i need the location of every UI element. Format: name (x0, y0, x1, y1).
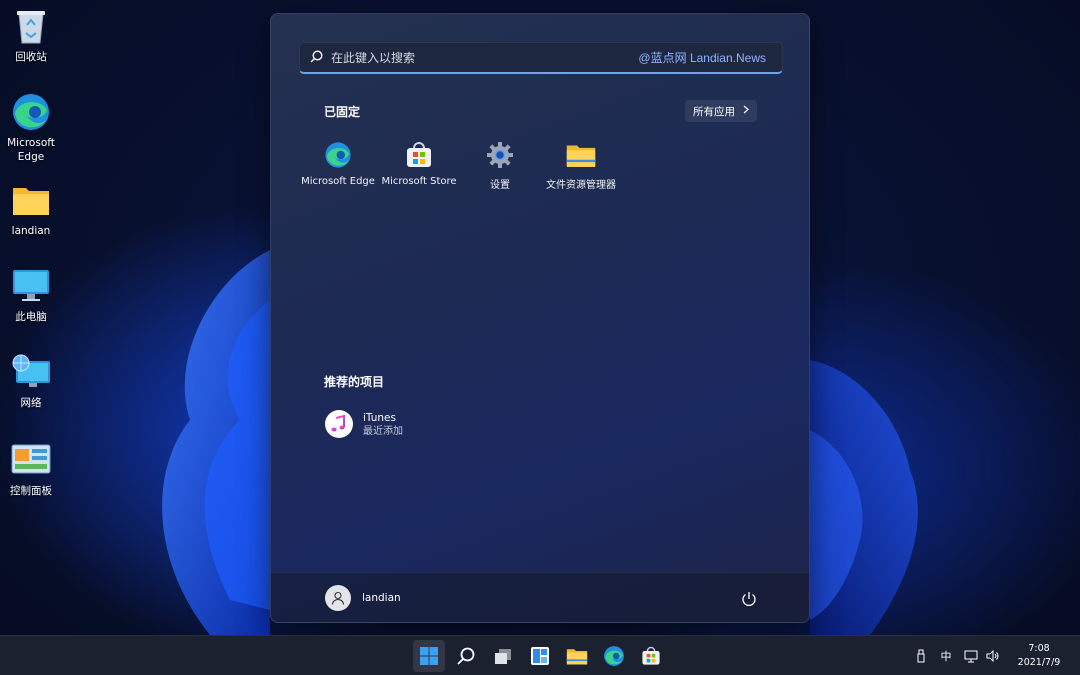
desktop-icon-landian[interactable]: landian (4, 180, 58, 238)
desktop-icon-network[interactable]: 网络 (4, 352, 58, 410)
power-button[interactable] (739, 589, 759, 609)
pinned-app-label: 设置 (490, 180, 510, 191)
clock-date: 2021/7/9 (1017, 657, 1061, 668)
clock[interactable]: 7:08 2021/7/9 (1004, 642, 1074, 670)
all-apps-button[interactable]: 所有应用 (685, 100, 757, 122)
desktop-icon-recycle-bin[interactable]: 回收站 (4, 6, 58, 64)
avatar (325, 585, 351, 611)
desktop-icon-label: 控制面板 (10, 485, 52, 497)
store-icon (642, 646, 660, 665)
taskbar: 中 7:08 2021/7/9 (0, 635, 1080, 675)
user-account-button[interactable]: landian (325, 585, 401, 611)
edge-icon (323, 140, 353, 170)
taskbar-search-button[interactable] (450, 640, 482, 672)
desktop-icon-label: 此电脑 (15, 311, 47, 323)
edge-icon (604, 646, 624, 666)
taskbar-task-view-button[interactable] (487, 640, 519, 672)
desktop-icon-label: landian (11, 225, 51, 237)
system-tray: 中 7:08 2021/7/9 (910, 636, 1080, 675)
usb-device-icon[interactable] (910, 645, 932, 667)
desktop-icon-this-pc[interactable]: 此电脑 (4, 266, 58, 324)
start-menu: 在此键入以搜索 @蓝点网 Landian.News 已固定 所有应用 Micro… (270, 13, 810, 623)
search-placeholder: 在此键入以搜索 (331, 51, 416, 65)
folder-icon (566, 140, 596, 170)
clock-time: 7:08 (1028, 643, 1050, 654)
gear-icon (485, 140, 515, 170)
taskbar-start-button[interactable] (413, 640, 445, 672)
recommended-item-name: iTunes (363, 411, 396, 424)
itunes-icon (325, 410, 353, 438)
start-icon (420, 647, 438, 665)
desktop-icon-label: Microsoft Edge (7, 137, 55, 163)
search-input[interactable]: 在此键入以搜索 @蓝点网 Landian.News (299, 42, 783, 74)
widgets-icon (531, 647, 549, 665)
pinned-title: 已固定 (324, 105, 361, 119)
recommended-item-subtitle: 最近添加 (363, 425, 403, 437)
power-icon (742, 592, 756, 606)
pinned-app-label: 文件资源管理器 (546, 180, 616, 191)
pinned-app-label: Microsoft Store (381, 176, 457, 187)
folder-icon (11, 180, 51, 220)
start-menu-footer: landian (271, 572, 809, 622)
watermark-text: @蓝点网 Landian.News (638, 51, 766, 65)
recommended-item-itunes[interactable]: iTunes 最近添加 (325, 410, 403, 438)
recommended-title: 推荐的项目 (324, 375, 385, 389)
desktop-icon-label: 网络 (20, 397, 42, 409)
task-view-icon (495, 649, 511, 664)
store-icon (404, 140, 434, 170)
desktop-icon-control-panel[interactable]: 控制面板 (4, 440, 58, 498)
monitor-icon (11, 266, 51, 306)
username: landian (362, 592, 401, 604)
search-icon (457, 647, 475, 665)
network-status-icon[interactable] (960, 645, 982, 667)
search-icon (310, 48, 323, 67)
control-panel-icon (11, 440, 51, 480)
taskbar-edge-button[interactable] (598, 640, 630, 672)
desktop-icon-edge[interactable]: Microsoft Edge (4, 92, 58, 164)
pinned-app-file-explorer[interactable]: 文件资源管理器 (540, 140, 622, 191)
chevron-right-icon (743, 105, 749, 117)
recycle-bin-icon (11, 6, 51, 46)
all-apps-label: 所有应用 (693, 105, 735, 118)
ime-indicator[interactable]: 中 (935, 645, 957, 667)
pinned-app-store[interactable]: Microsoft Store (378, 140, 460, 187)
pinned-app-edge[interactable]: Microsoft Edge (297, 140, 379, 187)
edge-icon (11, 92, 51, 132)
taskbar-file-explorer-button[interactable] (561, 640, 593, 672)
taskbar-widgets-button[interactable] (524, 640, 556, 672)
volume-icon[interactable] (982, 645, 1004, 667)
pinned-app-settings[interactable]: 设置 (459, 140, 541, 191)
pinned-app-label: Microsoft Edge (301, 176, 375, 187)
network-icon (11, 352, 51, 392)
file-explorer-icon (566, 649, 588, 665)
taskbar-store-button[interactable] (635, 640, 667, 672)
desktop-icon-label: 回收站 (15, 51, 47, 63)
